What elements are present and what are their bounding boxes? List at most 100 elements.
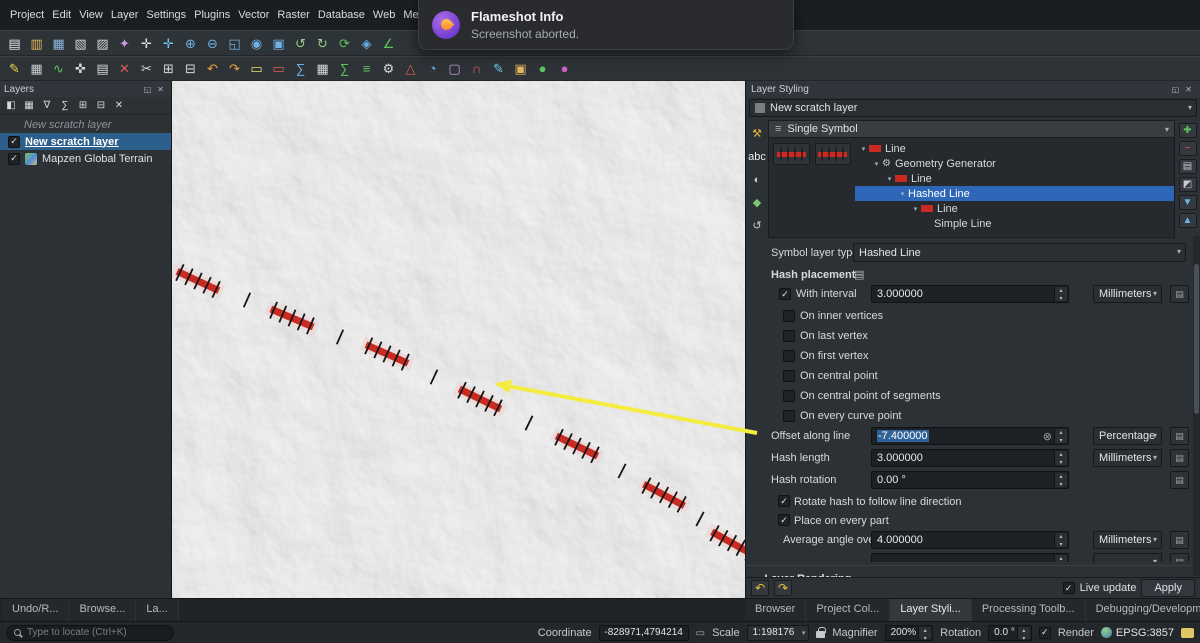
offset-unit-combo[interactable]: Percentage — [1093, 427, 1162, 445]
data-defined-override-button[interactable] — [1170, 471, 1189, 489]
plugin-icon-2[interactable]: ● — [554, 59, 575, 79]
flameshot-notification[interactable]: Flameshot Info Screenshot aborted. — [418, 0, 794, 50]
zoom-next-icon[interactable]: ↻ — [312, 33, 333, 53]
data-defined-override-button[interactable] — [1170, 427, 1189, 445]
deselect-features-icon[interactable]: ▭ — [268, 59, 289, 79]
menu-item[interactable]: Web — [369, 5, 399, 25]
render-checkbox[interactable] — [1038, 626, 1051, 639]
geometry-checker-icon[interactable]: △ — [400, 59, 421, 79]
map-canvas[interactable] — [172, 81, 745, 598]
save-layer-edits-icon[interactable]: ▦ — [26, 59, 47, 79]
lock-scale-icon[interactable] — [816, 627, 826, 638]
dock-tab-processing-toolbox[interactable]: Processing Toolb... — [971, 599, 1086, 622]
offset-along-line-input[interactable]: -7.400000 — [871, 427, 1069, 445]
menu-item[interactable]: Database — [314, 5, 369, 25]
identify-features-icon[interactable]: ◈ — [356, 33, 377, 53]
expander-icon[interactable] — [871, 160, 882, 168]
spinner-icon[interactable] — [918, 626, 932, 639]
spinner-icon[interactable] — [1054, 451, 1067, 465]
vertex-tool-icon[interactable]: ✜ — [70, 59, 91, 79]
collapse-all-icon[interactable]: ⊟ — [93, 98, 109, 113]
modify-attributes-icon[interactable]: ▤ — [92, 59, 113, 79]
with-interval-unit-combo[interactable]: Millimeters — [1093, 285, 1162, 303]
history-tab-icon[interactable]: ↺ — [748, 218, 766, 234]
pan-map-icon[interactable]: ✛ — [136, 33, 157, 53]
remove-symbol-layer-icon[interactable]: − — [1178, 141, 1197, 156]
dock-tab-debugging[interactable]: Debugging/Development To... — [1085, 599, 1200, 622]
masks-tab-icon[interactable]: ◐ — [748, 172, 766, 188]
extent-icon[interactable] — [696, 627, 705, 639]
zoom-to-layer-icon[interactable]: ▣ — [268, 33, 289, 53]
rotation-spinbox[interactable]: 0.0 ° — [988, 624, 1032, 641]
spinner-icon[interactable] — [1054, 429, 1067, 443]
spinner-icon[interactable] — [1054, 473, 1067, 487]
filter-expression-icon[interactable]: ∑ — [57, 98, 73, 113]
data-defined-override-button[interactable] — [1170, 285, 1189, 303]
data-defined-override-button[interactable] — [1170, 531, 1189, 549]
delete-selected-icon[interactable]: ✕ — [114, 59, 135, 79]
map-tips-icon[interactable]: ▣ — [510, 59, 531, 79]
menu-item[interactable]: View — [75, 5, 107, 25]
plugin-icon[interactable]: ● — [532, 59, 553, 79]
menu-item[interactable]: Settings — [142, 5, 190, 25]
add-symbol-layer-icon[interactable]: ✚ — [1178, 123, 1197, 138]
new-print-layout-icon[interactable]: ▧ — [70, 33, 91, 53]
open-layer-styling-icon[interactable]: ◧ — [3, 98, 19, 113]
symbol-tree-item-simple-line[interactable]: Simple Line — [855, 216, 1174, 231]
close-panel-icon[interactable] — [154, 83, 167, 95]
temporal-controller-icon[interactable]: ◔ — [422, 59, 443, 79]
dock-tab-project-colors[interactable]: Project Col... — [806, 599, 891, 622]
3d-view-tab-icon[interactable]: ◆ — [748, 195, 766, 211]
layer-visibility-checkbox[interactable] — [8, 135, 20, 148]
clipped-unit-combo[interactable] — [1093, 553, 1162, 562]
processing-toolbox-icon[interactable]: ⚙ — [378, 59, 399, 79]
bottom-dock-tab[interactable]: Undo/R... — [2, 599, 70, 622]
copy-features-icon[interactable]: ⊞ — [158, 59, 179, 79]
menu-item[interactable]: Project — [6, 5, 48, 25]
with-interval-input[interactable]: 3.000000 — [871, 285, 1069, 303]
bottom-dock-tab[interactable]: La... — [136, 599, 179, 622]
dock-tab-browser[interactable]: Browser — [745, 599, 807, 622]
zoom-last-icon[interactable]: ↺ — [290, 33, 311, 53]
move-up-icon[interactable]: ▲ — [1178, 213, 1197, 228]
expander-icon[interactable] — [910, 205, 921, 213]
spinner-icon[interactable] — [1054, 287, 1067, 301]
redo-icon[interactable]: ↷ — [224, 59, 245, 79]
layer-item-new-scratch-layer[interactable]: New scratch layer — [0, 133, 171, 150]
clipped-input[interactable] — [871, 553, 1069, 562]
zoom-full-icon[interactable]: ◱ — [224, 33, 245, 53]
layer-visibility-checkbox[interactable] — [8, 152, 20, 165]
snapping-icon[interactable]: ∩ — [466, 59, 487, 79]
data-defined-override-button[interactable] — [1170, 449, 1189, 467]
pan-to-selection-icon[interactable]: ✛ — [158, 33, 179, 53]
menu-item[interactable]: Layer — [107, 5, 143, 25]
cut-features-icon[interactable]: ✂ — [136, 59, 157, 79]
hash-length-unit-combo[interactable]: Millimeters — [1093, 449, 1162, 467]
add-line-feature-icon[interactable]: ∿ — [48, 59, 69, 79]
field-calculator-icon[interactable]: ∑ — [334, 59, 355, 79]
refresh-map-icon[interactable]: ⟳ — [334, 33, 355, 53]
close-panel-icon[interactable] — [1182, 83, 1195, 95]
scale-combo[interactable]: 1:198176 — [746, 624, 810, 641]
select-by-expression-icon[interactable]: ∑ — [290, 59, 311, 79]
live-update-checkbox[interactable] — [1062, 582, 1075, 594]
menu-item[interactable]: Raster — [273, 5, 313, 25]
zoom-to-selection-icon[interactable]: ◉ — [246, 33, 267, 53]
symbol-preview-swatch[interactable] — [773, 143, 810, 165]
new-scratch-layer-icon[interactable]: ▢ — [444, 59, 465, 79]
spinner-icon[interactable] — [1054, 533, 1067, 547]
symbol-preview-swatch[interactable] — [814, 143, 851, 165]
symbol-tree-item-line[interactable]: Line — [855, 141, 1174, 156]
placement-option-checkbox[interactable] — [783, 310, 795, 322]
statistics-icon[interactable]: ≡ — [356, 59, 377, 79]
select-features-icon[interactable]: ▭ — [246, 59, 267, 79]
symbol-layer-type-combo[interactable]: Hashed Line — [853, 243, 1186, 262]
menu-item[interactable]: Vector — [234, 5, 273, 25]
average-angle-input[interactable]: 4.000000 — [871, 531, 1069, 549]
dock-tab-layer-styling[interactable]: Layer Styli... — [890, 599, 972, 622]
symbol-tree-item-hashed-line[interactable]: Hashed Line — [855, 186, 1174, 201]
paste-features-icon[interactable]: ⊟ — [180, 59, 201, 79]
manage-map-themes-icon[interactable]: ▦ — [21, 98, 37, 113]
symbol-tree-item-geometry-generator[interactable]: Geometry Generator — [855, 156, 1174, 171]
attribute-table-icon[interactable]: ▦ — [312, 59, 333, 79]
